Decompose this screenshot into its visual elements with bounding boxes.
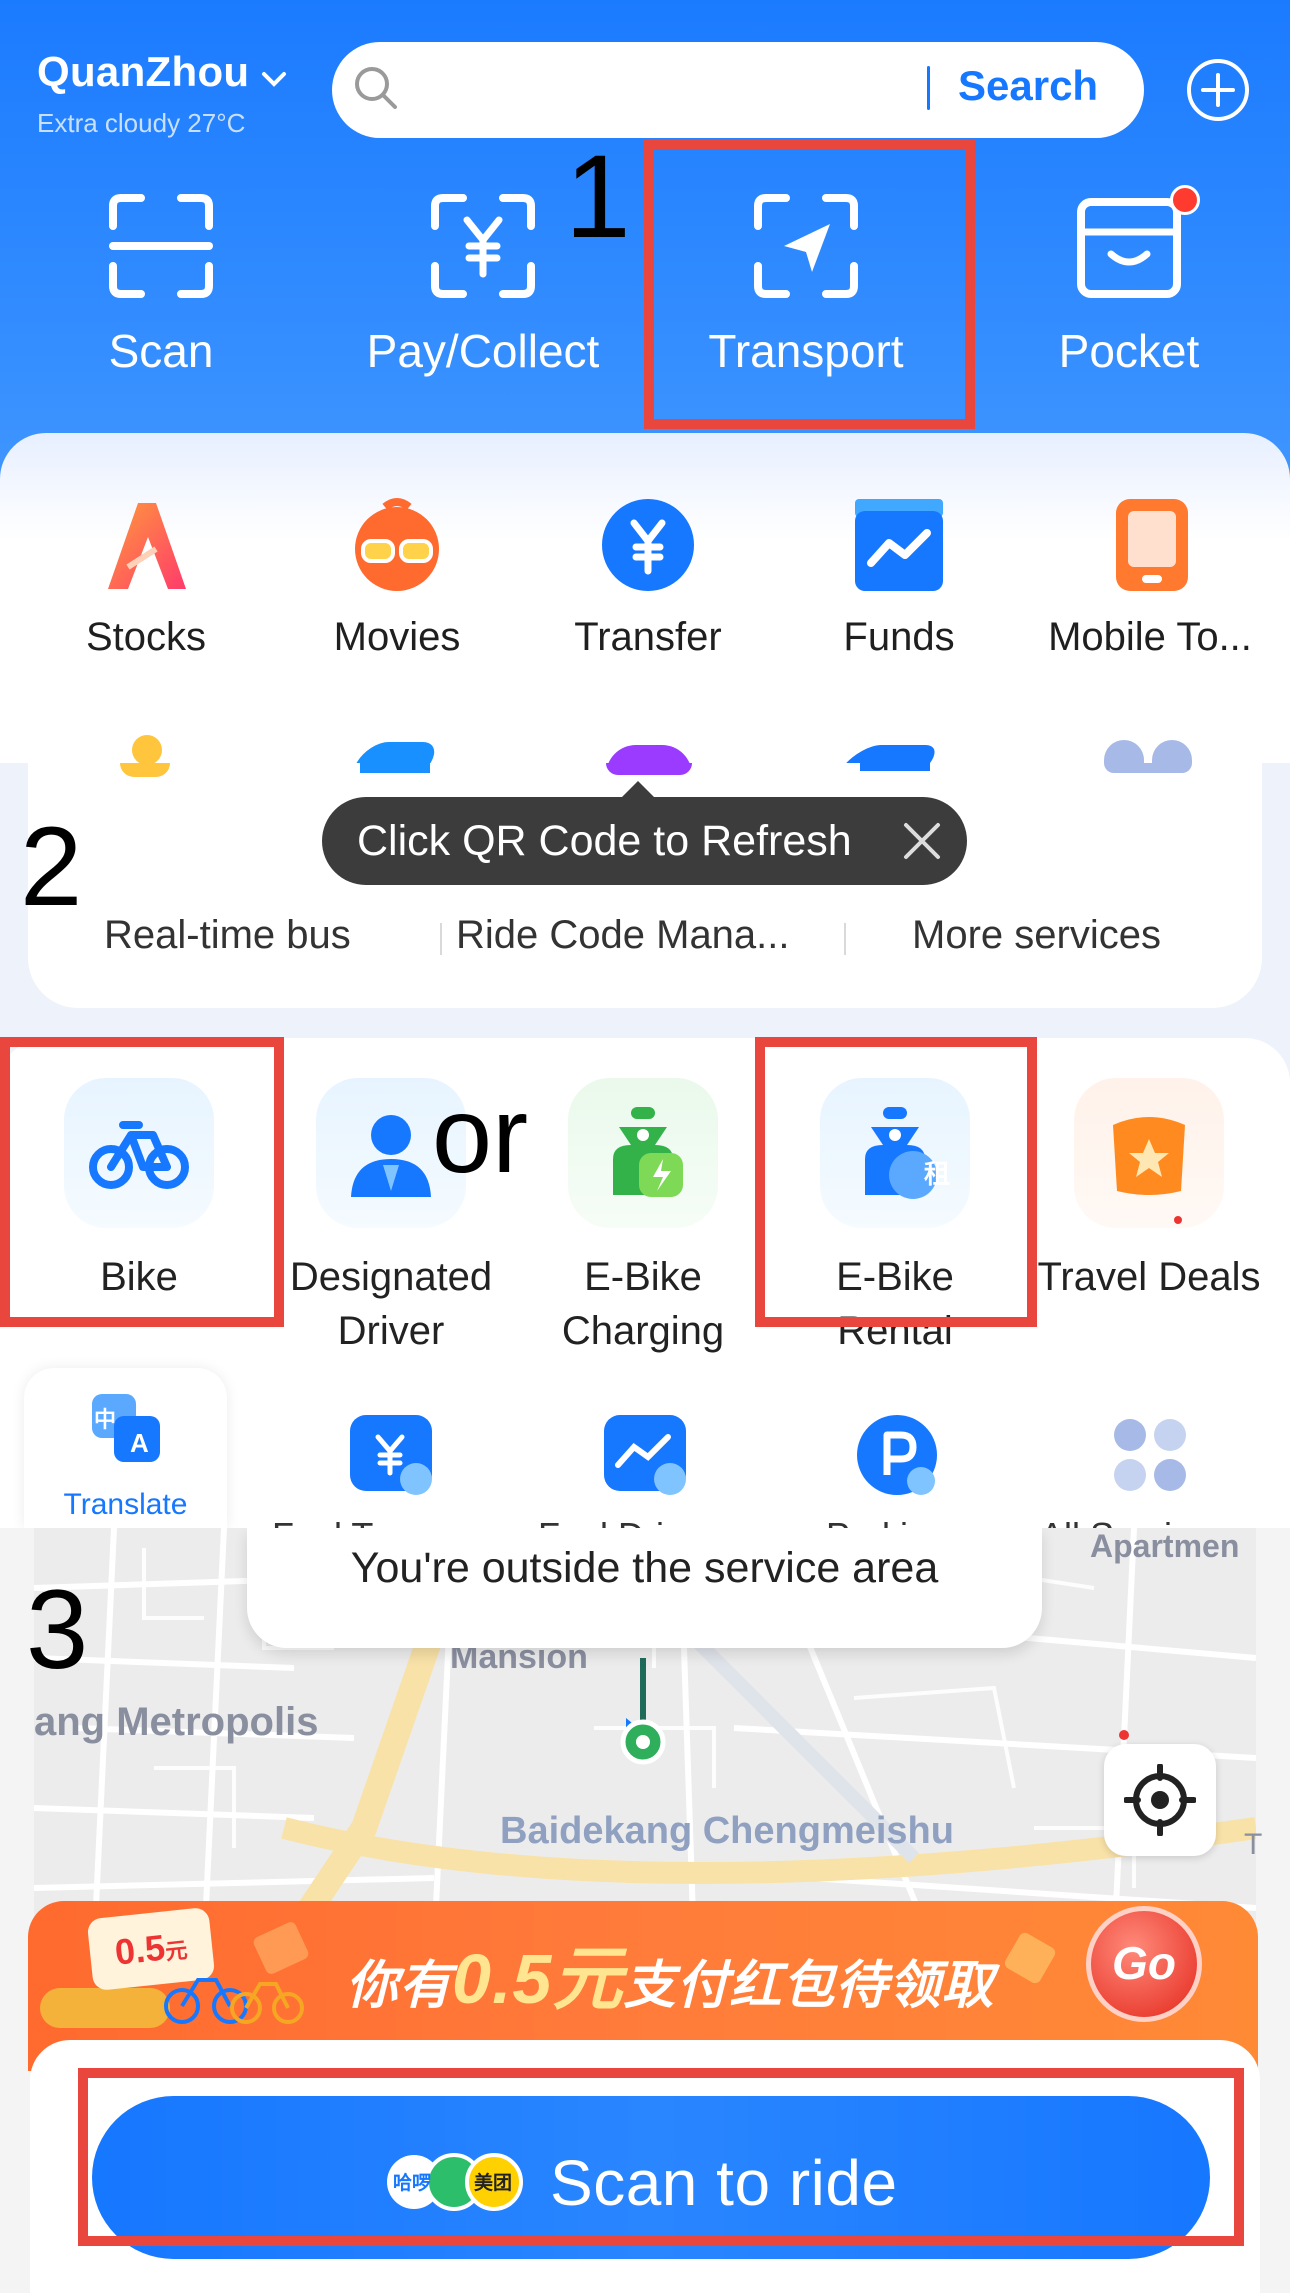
pocket-label: Pocket bbox=[1058, 325, 1200, 377]
tile-travel-deals[interactable]: Travel Deals bbox=[1024, 1078, 1274, 1304]
gift-icon bbox=[1074, 1078, 1224, 1228]
scan-icon bbox=[109, 194, 213, 298]
mobile-topup-label: Mobile To... bbox=[1048, 615, 1252, 659]
translate-glyph-top: 中 bbox=[94, 1407, 117, 1432]
refresh-tooltip: Click QR Code to Refresh bbox=[322, 797, 967, 885]
close-icon[interactable] bbox=[902, 821, 942, 866]
yuan-icon bbox=[431, 194, 535, 298]
weather-text: Extra cloudy 27°C bbox=[37, 108, 246, 138]
fuel-driver-label: Fuel Dri... bbox=[538, 1515, 694, 1528]
funds-icon bbox=[851, 497, 947, 593]
divider bbox=[844, 923, 846, 955]
coins-decoration bbox=[40, 1988, 170, 2028]
transport-panel: Click QR Code to Refresh 2 Real-time bus… bbox=[0, 763, 1290, 1528]
stocks-label: Stocks bbox=[85, 615, 207, 659]
movies-label: Movies bbox=[333, 615, 461, 659]
crosshair-icon bbox=[1123, 1763, 1197, 1837]
or-label: or bbox=[432, 1074, 529, 1195]
funds-label: Funds bbox=[843, 615, 955, 659]
partial-icon bbox=[132, 735, 162, 763]
map-label-metropolis: ang Metropolis bbox=[34, 1700, 319, 1744]
coupon-amount: 0.5 bbox=[112, 1926, 168, 1973]
service-movies[interactable]: Movies bbox=[282, 497, 512, 660]
tooltip-text: Click QR Code to Refresh bbox=[357, 817, 852, 865]
promo-amount: 0.5元 bbox=[452, 1940, 624, 2018]
travel-deals-label: Travel Deals bbox=[1037, 1255, 1261, 1299]
service-transfer[interactable]: Transfer bbox=[533, 497, 763, 660]
service-mobile-topup[interactable]: Mobile To... bbox=[1035, 497, 1265, 660]
service-stocks[interactable]: Stocks bbox=[31, 497, 261, 660]
service-area-notice: You're outside the service area bbox=[247, 1528, 1042, 1648]
translate-button[interactable]: 中 A Translate bbox=[24, 1368, 227, 1528]
fuel-label: Fuel T... bbox=[272, 1515, 399, 1528]
pay-collect-label: Pay/Collect bbox=[366, 325, 600, 377]
ebike-charging-icon bbox=[568, 1078, 718, 1228]
promo-prefix: 你有 bbox=[346, 1957, 453, 2015]
driver-label: Designated Driver bbox=[266, 1250, 516, 1358]
scan-label: Scan bbox=[108, 325, 214, 377]
partial-icon bbox=[360, 763, 430, 773]
partial-icon bbox=[1104, 763, 1192, 773]
map-label-baidekang: Baidekang Chengmeishu bbox=[500, 1810, 954, 1852]
partial-icon bbox=[606, 763, 692, 775]
driver-label-line1: Designated bbox=[289, 1255, 493, 1299]
step-number: 2 bbox=[20, 804, 83, 929]
location-pin-icon bbox=[610, 1658, 676, 1773]
add-icon[interactable] bbox=[1185, 57, 1251, 128]
translate-label: Translate bbox=[63, 1488, 188, 1521]
all-services-label: All Servi... bbox=[1040, 1515, 1202, 1528]
go-button[interactable]: Go bbox=[1086, 1906, 1202, 2022]
city-name: QuanZhou bbox=[37, 48, 250, 95]
stocks-icon bbox=[98, 497, 194, 593]
all-services-icon[interactable] bbox=[1108, 1413, 1194, 1499]
service-funds[interactable]: Funds bbox=[784, 497, 1014, 660]
pocket-button[interactable]: Pocket bbox=[1004, 190, 1254, 378]
map-label-edge: T bbox=[1244, 1828, 1263, 1861]
tile-ebike-charging[interactable]: E-Bike Charging bbox=[518, 1078, 768, 1358]
search-divider bbox=[927, 66, 930, 110]
charging-label-line1: E-Bike bbox=[584, 1255, 702, 1299]
highlight-scan-to-ride bbox=[78, 2068, 1244, 2246]
notification-dot bbox=[1170, 185, 1200, 215]
pay-collect-button[interactable]: Pay/Collect bbox=[358, 190, 608, 378]
ride-panel: Mansion ang Metropolis Baidekang Chengme… bbox=[0, 1528, 1290, 2293]
search-icon bbox=[352, 64, 400, 117]
divider bbox=[440, 923, 442, 955]
parking-icon[interactable] bbox=[855, 1413, 941, 1499]
charging-label-line2: Charging bbox=[561, 1309, 725, 1353]
highlight-transport bbox=[644, 139, 975, 429]
highlight-bike bbox=[0, 1037, 284, 1327]
scan-button[interactable]: Scan bbox=[36, 190, 286, 378]
fuel-driver-icon[interactable] bbox=[602, 1413, 688, 1499]
promo-suffix: 支付红包待领取 bbox=[623, 1957, 995, 2015]
more-services-link[interactable]: More services bbox=[912, 913, 1161, 958]
notification-dot bbox=[1174, 1216, 1182, 1224]
partial-icon bbox=[120, 763, 170, 777]
map-label-apartment: Apartmen bbox=[1090, 1528, 1240, 1564]
search-button[interactable]: Search bbox=[958, 62, 1098, 110]
bikes-decoration-icon bbox=[160, 1958, 310, 2033]
locate-me-button[interactable] bbox=[1104, 1744, 1216, 1856]
transfer-label: Transfer bbox=[574, 615, 722, 659]
mobile-phone-icon bbox=[1102, 497, 1198, 593]
movies-icon bbox=[349, 497, 445, 593]
home-panel: QuanZhou Extra cloudy 27°C Search 1 Scan… bbox=[0, 0, 1290, 763]
city-selector[interactable]: QuanZhou bbox=[37, 48, 287, 99]
translate-glyph-bottom: A bbox=[130, 1428, 149, 1458]
driver-label-line2: Driver bbox=[337, 1309, 445, 1353]
partial-icon bbox=[860, 763, 930, 771]
fuel-icon[interactable] bbox=[348, 1413, 434, 1499]
wallet-icon bbox=[1077, 198, 1181, 298]
transfer-icon bbox=[600, 497, 696, 593]
chevron-down-icon bbox=[261, 51, 287, 99]
charging-label: E-Bike Charging bbox=[518, 1250, 768, 1358]
step-number: 3 bbox=[26, 1567, 89, 1692]
realtime-bus-link[interactable]: Real-time bus bbox=[104, 913, 351, 958]
highlight-ebike-rental bbox=[755, 1037, 1037, 1327]
parking-label: Parki... bbox=[826, 1515, 938, 1528]
promo-text: 你有0.5元支付红包待领取 bbox=[346, 1923, 994, 2024]
ride-code-link[interactable]: Ride Code Mana... bbox=[456, 913, 790, 958]
